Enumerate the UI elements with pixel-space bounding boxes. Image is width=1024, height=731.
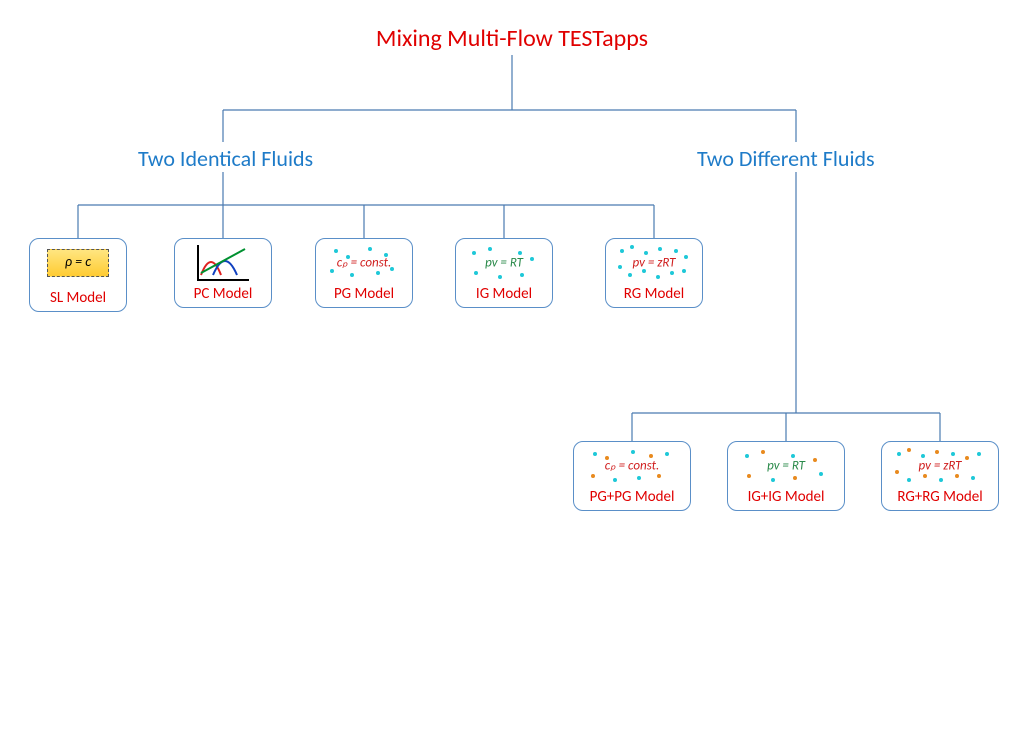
igig-formula: pv = RT xyxy=(767,459,805,474)
pgpg-formula: cₚ = const. xyxy=(605,459,660,474)
rg-label: RG Model xyxy=(610,285,698,303)
pg-icon: cₚ = const. xyxy=(328,245,400,281)
rg-icon: pv = zRT xyxy=(618,245,690,281)
rg-formula: pv = zRT xyxy=(633,256,676,271)
card-rgrg[interactable]: pv = zRT RG+RG Model xyxy=(881,441,999,511)
card-ig[interactable]: pv = RT IG Model xyxy=(455,238,553,308)
ig-formula: pv = RT xyxy=(485,256,523,271)
igig-label: IG+IG Model xyxy=(732,488,840,506)
card-pgpg[interactable]: cₚ = const. PG+PG Model xyxy=(573,441,691,511)
connector-lines xyxy=(0,0,1024,731)
page-title: Mixing Multi-Flow TESTapps xyxy=(376,24,648,53)
branch-identical: Two Identical Fluids xyxy=(138,145,313,172)
card-pc[interactable]: PC Model xyxy=(174,238,272,308)
ig-label: IG Model xyxy=(460,285,548,303)
branch-different: Two Different Fluids xyxy=(697,145,875,172)
igig-icon: pv = RT xyxy=(741,448,831,484)
pgpg-icon: cₚ = const. xyxy=(587,448,677,484)
card-sl[interactable]: ρ = c SL Model xyxy=(29,238,127,312)
card-rg[interactable]: pv = zRT RG Model xyxy=(605,238,703,308)
rgrg-icon: pv = zRT xyxy=(895,448,985,484)
rgrg-formula: pv = zRT xyxy=(919,459,962,474)
pg-label: PG Model xyxy=(320,285,408,303)
pc-icon xyxy=(187,245,259,281)
sl-icon: ρ = c xyxy=(42,249,114,285)
pc-label: PC Model xyxy=(179,285,267,303)
pg-formula: cₚ = const. xyxy=(337,256,392,271)
sl-label: SL Model xyxy=(34,289,122,307)
pgpg-label: PG+PG Model xyxy=(578,488,686,506)
ig-icon: pv = RT xyxy=(468,245,540,281)
rgrg-label: RG+RG Model xyxy=(886,488,994,506)
card-igig[interactable]: pv = RT IG+IG Model xyxy=(727,441,845,511)
card-pg[interactable]: cₚ = const. PG Model xyxy=(315,238,413,308)
